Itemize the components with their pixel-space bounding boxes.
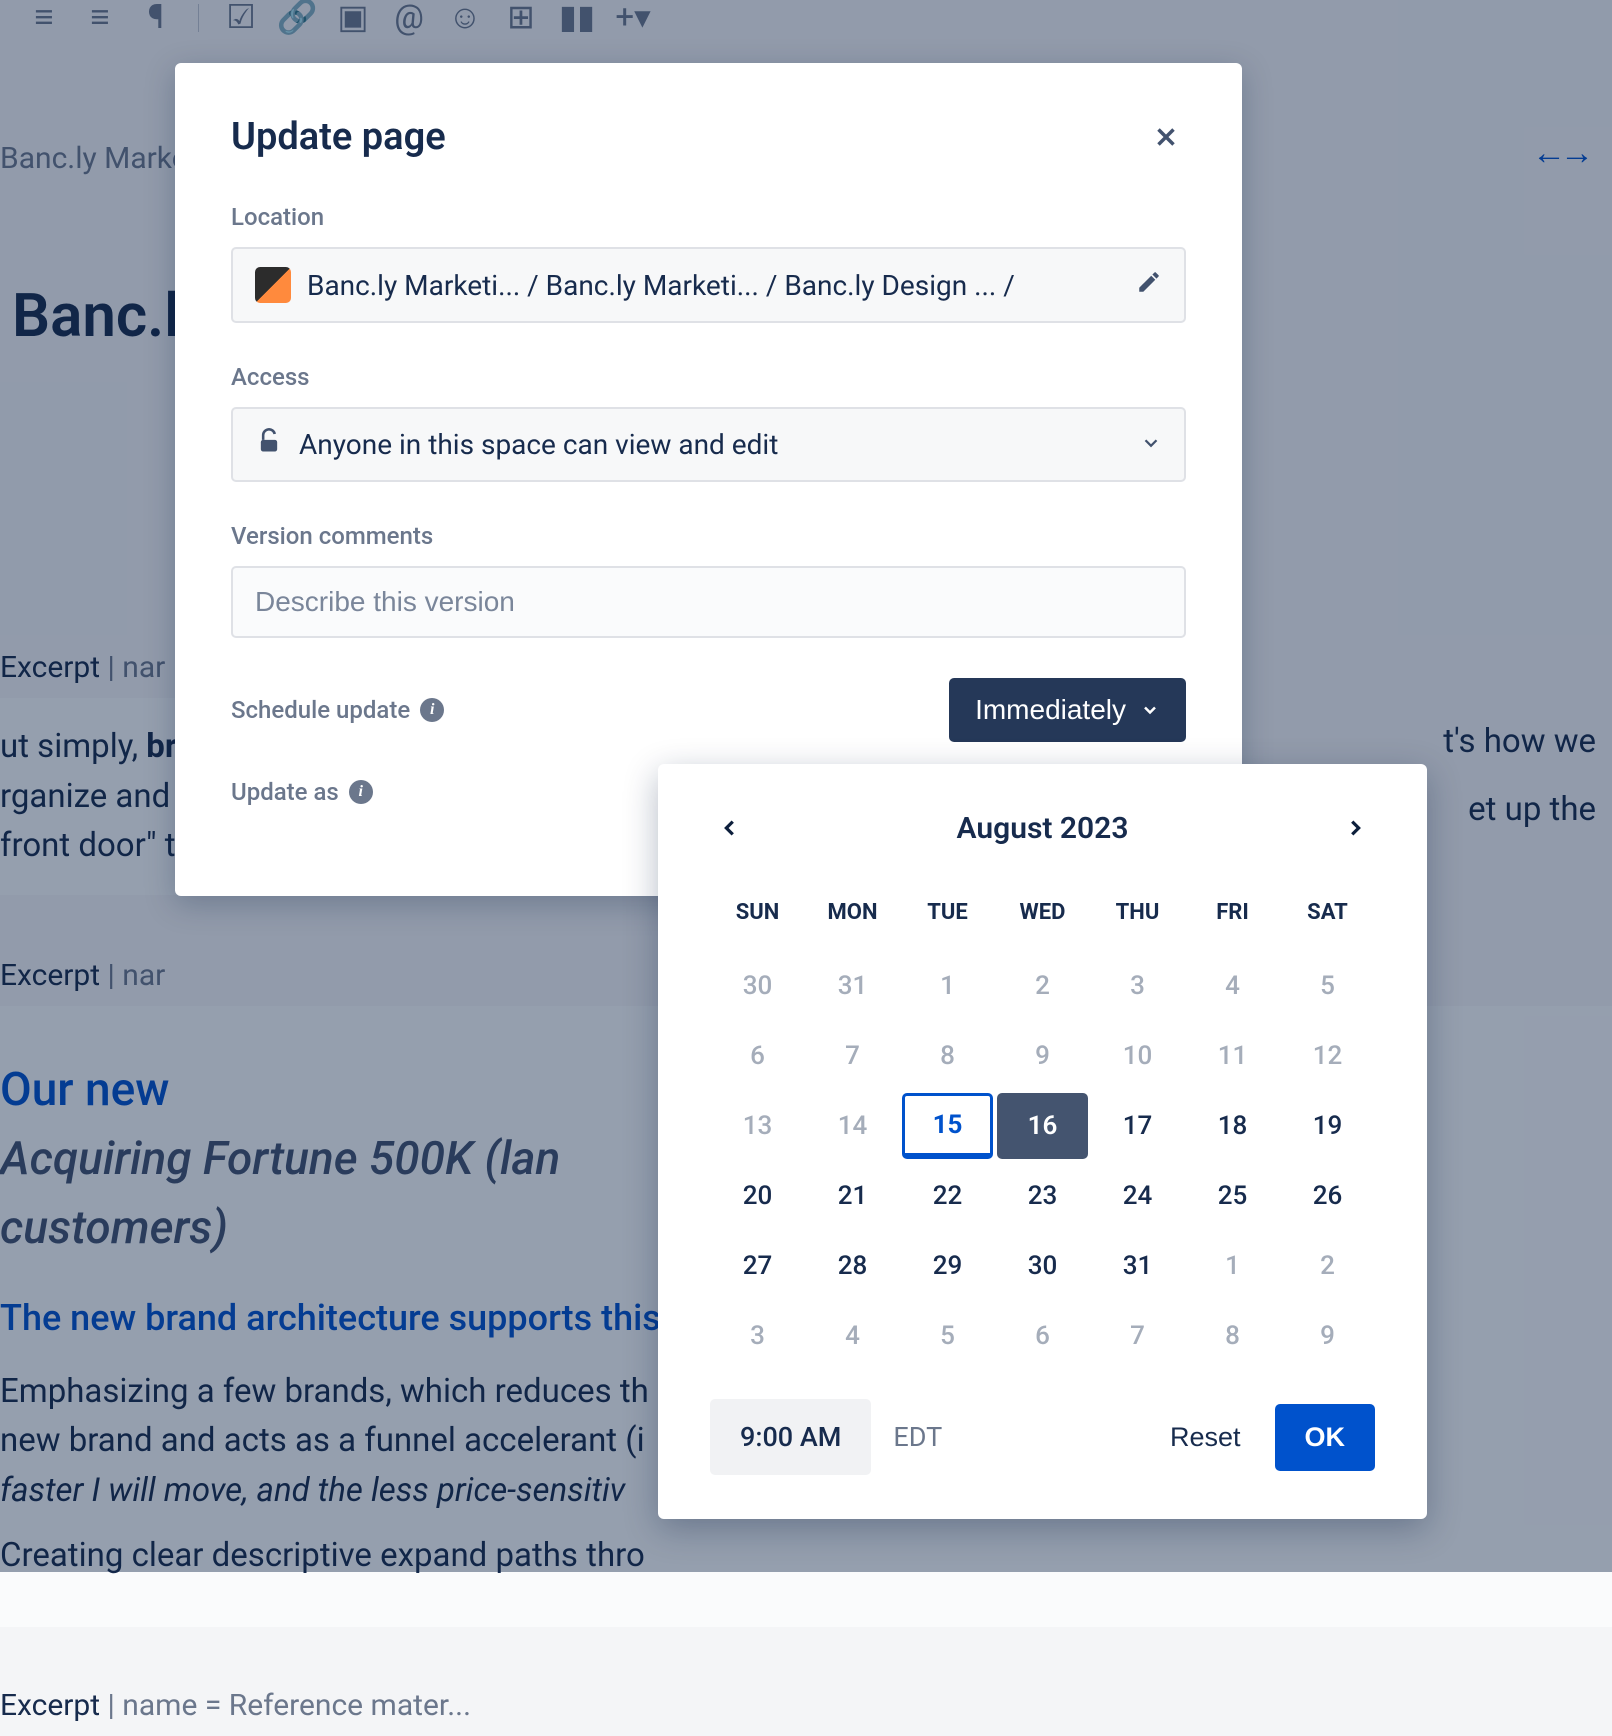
calendar-dow: SAT: [1280, 886, 1375, 951]
access-value: Anyone in this space can view and edit: [299, 428, 778, 461]
calendar-day: 14: [807, 1093, 898, 1159]
calendar-day: 5: [902, 1303, 993, 1369]
calendar-day: 6: [712, 1023, 803, 1089]
timezone-label: EDT: [893, 1421, 942, 1453]
calendar-day: 10: [1092, 1023, 1183, 1089]
calendar-day: 3: [1092, 953, 1183, 1019]
info-icon[interactable]: i: [349, 780, 373, 804]
version-comments-input[interactable]: [255, 586, 1162, 618]
date-picker-popover: August 2023 SUNMONTUEWEDTHUFRISAT3031123…: [658, 764, 1427, 1519]
schedule-update-label: Schedule update i: [231, 696, 444, 724]
calendar-day: 11: [1187, 1023, 1278, 1089]
calendar-day: 13: [712, 1093, 803, 1159]
calendar-day[interactable]: 30: [997, 1233, 1088, 1299]
calendar-grid: SUNMONTUEWEDTHUFRISAT3031123456789101112…: [710, 886, 1375, 1371]
calendar-dow: FRI: [1185, 886, 1280, 951]
space-icon: [255, 267, 291, 303]
calendar-day[interactable]: 23: [997, 1163, 1088, 1229]
calendar-dow: WED: [995, 886, 1090, 951]
calendar-day[interactable]: 28: [807, 1233, 898, 1299]
calendar-day: 9: [1282, 1303, 1373, 1369]
calendar-day[interactable]: 31: [1092, 1233, 1183, 1299]
calendar-dow: TUE: [900, 886, 995, 951]
calendar-day: 5: [1282, 953, 1373, 1019]
time-input[interactable]: 9:00 AM: [710, 1399, 871, 1475]
reset-button[interactable]: Reset: [1158, 1408, 1253, 1467]
calendar-day: 7: [807, 1023, 898, 1089]
calendar-day[interactable]: 16: [997, 1093, 1088, 1159]
calendar-day[interactable]: 22: [902, 1163, 993, 1229]
calendar-day[interactable]: 21: [807, 1163, 898, 1229]
calendar-day: 2: [997, 953, 1088, 1019]
calendar-day: 8: [1187, 1303, 1278, 1369]
calendar-day[interactable]: 17: [1092, 1093, 1183, 1159]
calendar-day: 3: [712, 1303, 803, 1369]
unlock-icon: [255, 427, 283, 462]
calendar-day: 2: [1282, 1233, 1373, 1299]
calendar-day[interactable]: 27: [712, 1233, 803, 1299]
calendar-dow: THU: [1090, 886, 1185, 951]
calendar-day: 6: [997, 1303, 1088, 1369]
calendar-month-label: August 2023: [957, 811, 1129, 846]
calendar-day[interactable]: 25: [1187, 1163, 1278, 1229]
version-comments-label: Version comments: [231, 522, 1186, 550]
excerpt-header: Excerpt | name = Reference mater...: [0, 1675, 1612, 1736]
chevron-down-icon: [1140, 428, 1162, 461]
calendar-dow: MON: [805, 886, 900, 951]
calendar-day[interactable]: 18: [1187, 1093, 1278, 1159]
calendar-day: 7: [1092, 1303, 1183, 1369]
calendar-day: 12: [1282, 1023, 1373, 1089]
next-month-button[interactable]: [1335, 808, 1375, 848]
calendar-day[interactable]: 19: [1282, 1093, 1373, 1159]
calendar-day: 1: [902, 953, 993, 1019]
calendar-day[interactable]: 29: [902, 1233, 993, 1299]
schedule-dropdown-button[interactable]: Immediately: [949, 678, 1186, 742]
calendar-day: 9: [997, 1023, 1088, 1089]
version-comments-field[interactable]: [231, 566, 1186, 638]
ok-button[interactable]: OK: [1275, 1404, 1376, 1471]
calendar-day[interactable]: 26: [1282, 1163, 1373, 1229]
info-icon[interactable]: i: [420, 698, 444, 722]
calendar-day: 4: [1187, 953, 1278, 1019]
calendar-dow: SUN: [710, 886, 805, 951]
location-field[interactable]: Banc.ly Marketi... / Banc.ly Marketi... …: [231, 247, 1186, 323]
calendar-day: 4: [807, 1303, 898, 1369]
calendar-day[interactable]: 20: [712, 1163, 803, 1229]
dialog-title: Update page: [231, 115, 446, 159]
location-label: Location: [231, 203, 1186, 231]
location-path: Banc.ly Marketi... / Banc.ly Marketi... …: [307, 269, 1015, 302]
close-button[interactable]: [1146, 117, 1186, 157]
calendar-day: 30: [712, 953, 803, 1019]
pencil-icon[interactable]: [1136, 269, 1162, 302]
prev-month-button[interactable]: [710, 808, 750, 848]
calendar-day: 31: [807, 953, 898, 1019]
access-label: Access: [231, 363, 1186, 391]
calendar-day: 8: [902, 1023, 993, 1089]
calendar-day[interactable]: 24: [1092, 1163, 1183, 1229]
calendar-day: 1: [1187, 1233, 1278, 1299]
calendar-day[interactable]: 15: [902, 1093, 993, 1159]
access-field[interactable]: Anyone in this space can view and edit: [231, 407, 1186, 482]
update-as-label: Update as i: [231, 778, 373, 806]
